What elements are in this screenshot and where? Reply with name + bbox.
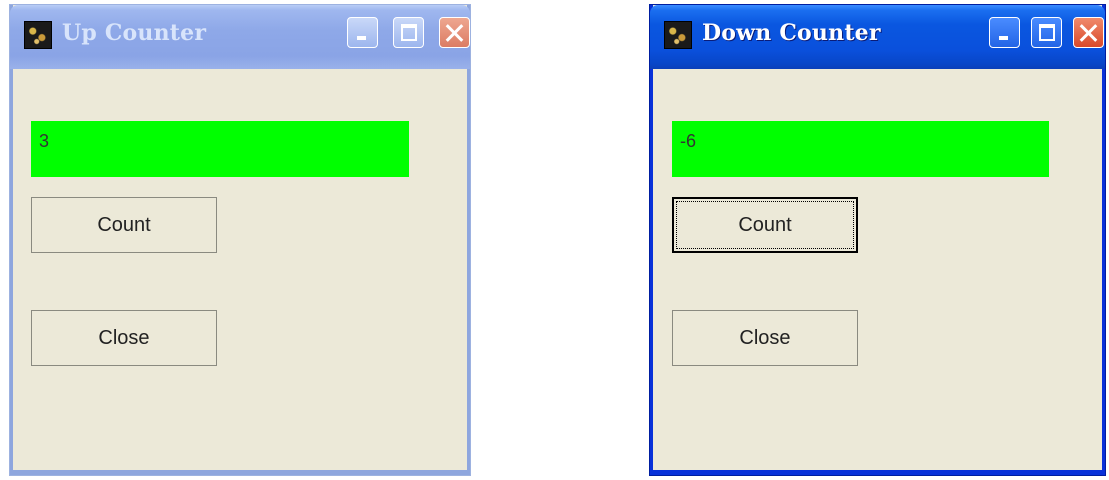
- counter-display: 3: [31, 121, 409, 177]
- maximize-icon: [1039, 24, 1055, 41]
- app-icon[interactable]: [664, 21, 692, 49]
- counter-display: -6: [672, 121, 1049, 177]
- close-button[interactable]: Close: [31, 310, 217, 366]
- title-bar[interactable]: Down Counter: [650, 5, 1105, 69]
- window-title: Down Counter: [702, 20, 881, 46]
- down-counter-window: Down Counter -6 Count Close: [650, 5, 1105, 475]
- minimize-icon: [357, 36, 366, 40]
- title-bar[interactable]: Up Counter: [10, 5, 470, 69]
- maximize-button[interactable]: [393, 17, 424, 48]
- maximize-icon: [401, 24, 417, 41]
- close-button[interactable]: Close: [672, 310, 858, 366]
- minimize-icon: [999, 36, 1008, 40]
- minimize-button[interactable]: [989, 17, 1020, 48]
- maximize-button[interactable]: [1031, 17, 1062, 48]
- minimize-button[interactable]: [347, 17, 378, 48]
- close-icon: [1074, 18, 1103, 47]
- up-counter-window: Up Counter 3 Count Close: [10, 5, 470, 475]
- close-window-button[interactable]: [439, 17, 470, 48]
- close-icon: [440, 18, 469, 47]
- close-window-button[interactable]: [1073, 17, 1104, 48]
- window-title: Up Counter: [62, 20, 207, 46]
- app-icon[interactable]: [24, 21, 52, 49]
- count-button[interactable]: Count: [31, 197, 217, 253]
- count-button[interactable]: Count: [672, 197, 858, 253]
